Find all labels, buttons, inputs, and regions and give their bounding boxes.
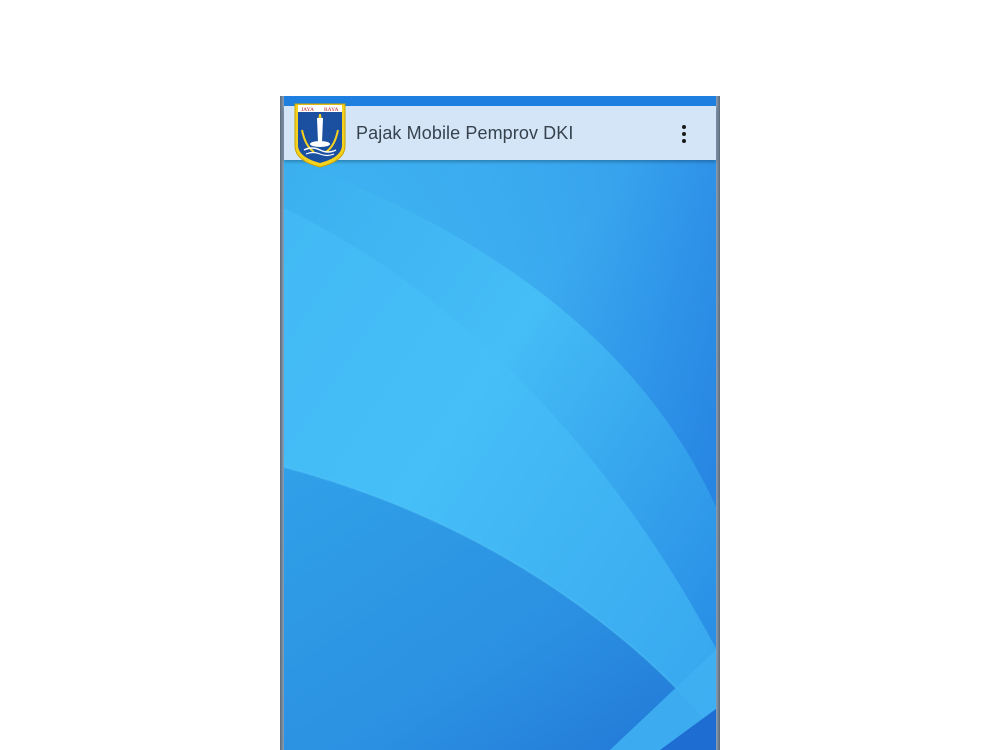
phone-bezel-left xyxy=(280,96,284,750)
emblem-text-right: RAYA xyxy=(324,107,338,113)
jakarta-emblem-icon: JAYA RAYA xyxy=(294,103,346,168)
menu-dot xyxy=(682,139,686,143)
menu-dot xyxy=(682,132,686,136)
app-bar: JAYA RAYA Pajak Mobile Pemprov DKI xyxy=(284,103,716,168)
emblem-text-left: JAYA xyxy=(301,107,314,113)
menu-dot xyxy=(682,125,686,129)
phone-bezel-right xyxy=(716,96,720,750)
phone-screen: JAYA RAYA Pajak Mobile Pemprov DKI xyxy=(280,96,720,750)
screen: JAYA RAYA Pajak Mobile Pemprov DKI xyxy=(0,0,1000,750)
more-vertical-icon[interactable] xyxy=(670,120,698,148)
app-title: Pajak Mobile Pemprov DKI xyxy=(356,123,574,143)
home-wallpaper xyxy=(280,96,720,750)
